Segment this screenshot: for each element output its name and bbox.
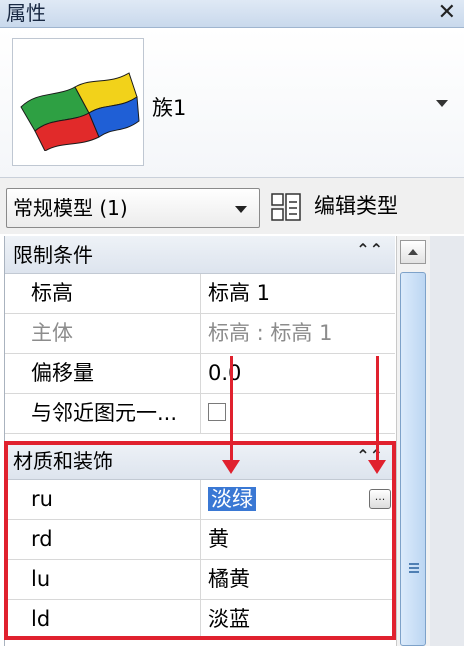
property-row[interactable]: 偏移量 0.0 (5, 354, 395, 394)
annotation-highlight-box (4, 441, 396, 640)
property-row: 主体 标高 : 标高 1 (5, 314, 395, 354)
annotation-arrow-head (222, 460, 240, 474)
chevron-down-icon[interactable] (235, 206, 247, 213)
property-key: 标高 (5, 274, 201, 313)
annotation-arrow-line (230, 356, 233, 460)
grip-icon (409, 563, 419, 573)
property-row[interactable]: 与邻近图元一... (5, 394, 395, 434)
family-preview-image (12, 38, 144, 166)
vertical-scrollbar[interactable] (396, 236, 430, 646)
edit-type-label: 编辑类型 (314, 194, 398, 218)
property-checkbox[interactable] (208, 403, 226, 421)
property-value: 标高 : 标高 1 (208, 321, 333, 345)
annotation-arrow-line (376, 356, 379, 460)
close-icon[interactable]: ✕ (438, 0, 456, 26)
type-selector-bar: 常规模型 (1) 编辑类型 (0, 178, 464, 234)
family-name: 族1 (152, 96, 187, 120)
surface-preview-icon (20, 72, 140, 151)
type-dropdown-value: 常规模型 (1) (13, 196, 128, 220)
palette-title: 属性 (6, 1, 46, 25)
group-constraints[interactable]: 限制条件 ⌃⌃ (5, 236, 395, 274)
annotation-arrow-head (368, 460, 386, 474)
type-dropdown[interactable]: 常规模型 (1) (6, 188, 260, 228)
collapse-icon[interactable]: ⌃⌃ (356, 240, 383, 260)
edit-type-icon (271, 193, 301, 221)
palette-edge (430, 236, 464, 646)
group-label: 限制条件 (13, 243, 93, 267)
property-row[interactable]: 标高 标高 1 (5, 274, 395, 314)
property-value[interactable]: 标高 1 (202, 274, 395, 313)
palette-title-bar: 属性 ✕ (0, 0, 464, 28)
property-key: 偏移量 (5, 354, 201, 393)
scroll-up-button[interactable] (400, 240, 426, 264)
scroll-thumb[interactable] (400, 272, 426, 646)
property-key: 主体 (5, 314, 201, 353)
chevron-down-icon[interactable] (436, 100, 448, 107)
family-selector[interactable]: 族1 (0, 28, 464, 178)
property-key: 与邻近图元一... (5, 394, 201, 433)
